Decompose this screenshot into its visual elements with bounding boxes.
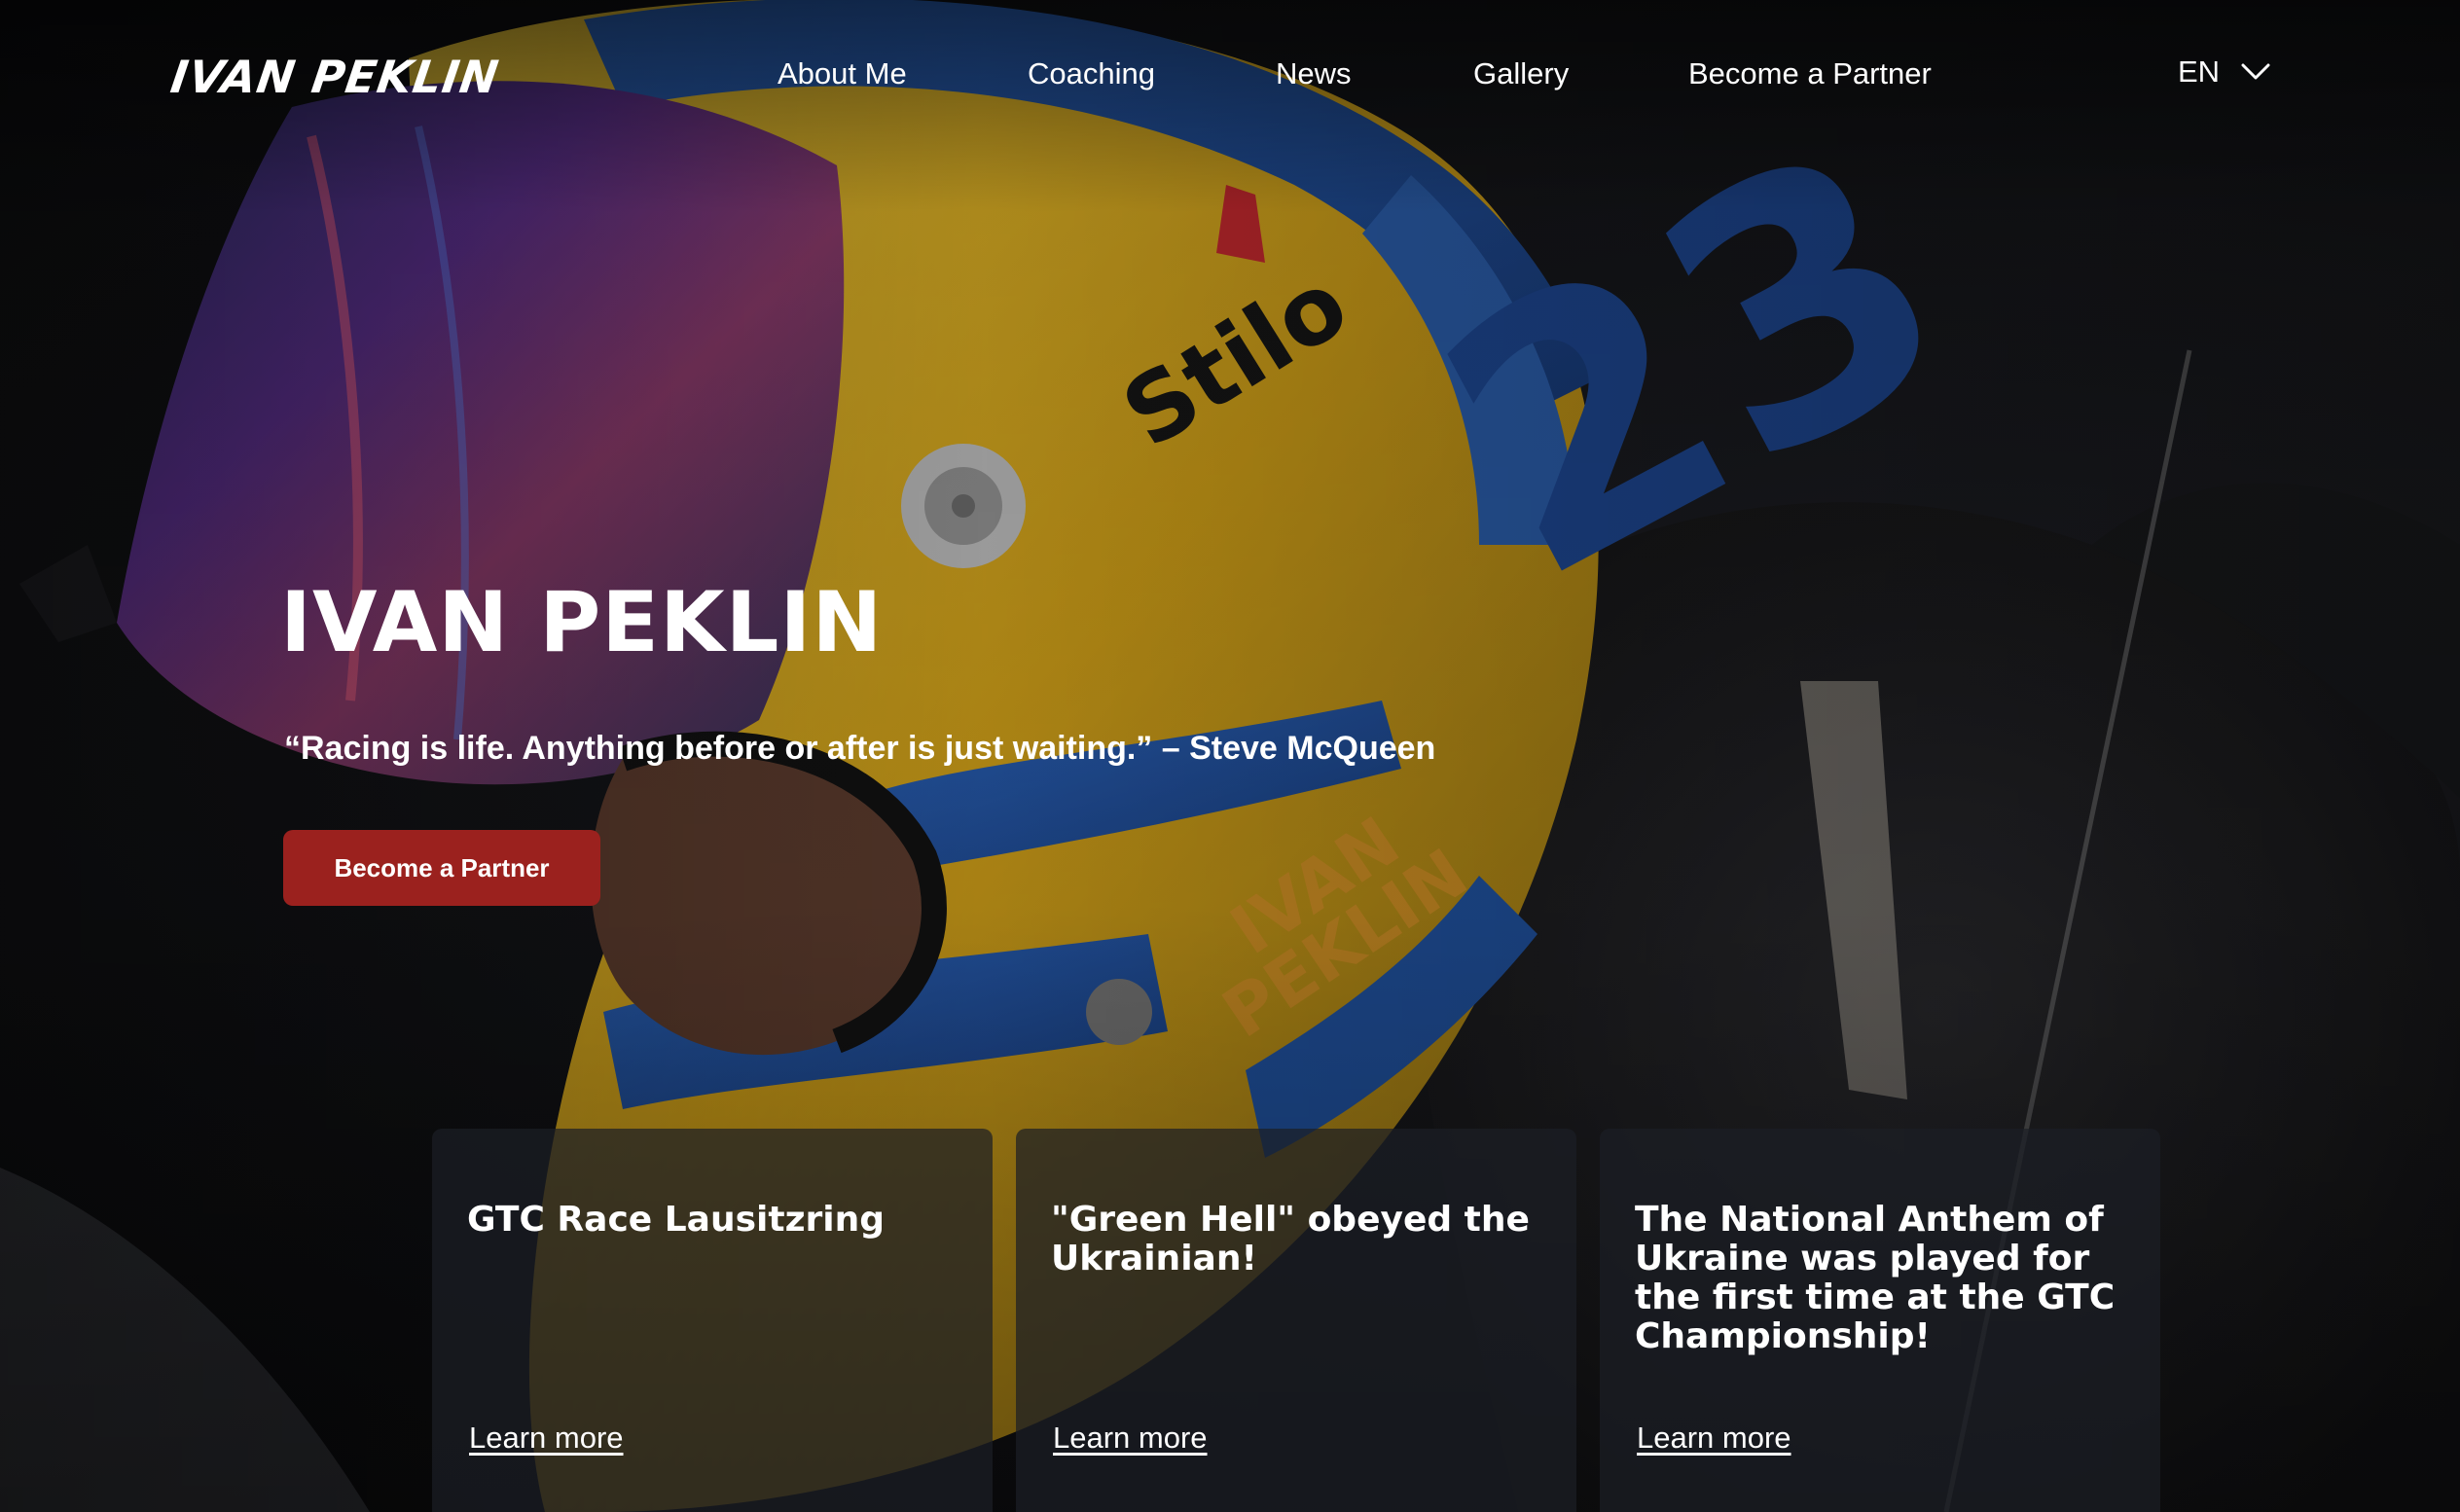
news-card-title: "Green Hell" obeyed the Ukrainian! <box>1051 1200 1530 1278</box>
news-card[interactable]: GTC Race Lausitzring Learn more <box>432 1129 993 1512</box>
learn-more-link[interactable]: Learn more <box>469 1421 624 1456</box>
hero-title: IVAN PEKLIN <box>280 574 884 671</box>
news-card[interactable]: "Green Hell" obeyed the Ukrainian! Learn… <box>1016 1129 1576 1512</box>
nav-item-gallery[interactable]: Gallery <box>1473 56 1569 91</box>
site-logo[interactable]: IVAN PEKLIN <box>167 51 502 103</box>
news-cards: GTC Race Lausitzring Learn more "Green H… <box>432 1129 2160 1512</box>
nav-item-coaching[interactable]: Coaching <box>1028 56 1155 91</box>
language-label: EN <box>2178 54 2221 89</box>
site-header: IVAN PEKLIN About Me Coaching News Galle… <box>0 0 2460 156</box>
news-card-title: The National Anthem of Ukraine was playe… <box>1635 1200 2116 1356</box>
nav-item-news[interactable]: News <box>1276 56 1352 91</box>
news-card-title: GTC Race Lausitzring <box>467 1200 886 1240</box>
language-selector[interactable]: EN <box>2178 54 2270 90</box>
news-card[interactable]: The National Anthem of Ukraine was playe… <box>1600 1129 2160 1512</box>
nav-item-about-me[interactable]: About Me <box>778 56 907 91</box>
chevron-down-icon <box>2241 63 2270 80</box>
learn-more-link[interactable]: Learn more <box>1053 1421 1208 1456</box>
nav-item-become-a-partner[interactable]: Become a Partner <box>1688 56 1932 91</box>
page: 23 Stilo IVAN PEKLIN IVAN <box>0 0 2460 1512</box>
learn-more-link[interactable]: Learn more <box>1637 1421 1791 1456</box>
hero-quote: “Racing is life. Anything before or afte… <box>284 730 1436 767</box>
become-a-partner-button[interactable]: Become a Partner <box>283 830 600 906</box>
